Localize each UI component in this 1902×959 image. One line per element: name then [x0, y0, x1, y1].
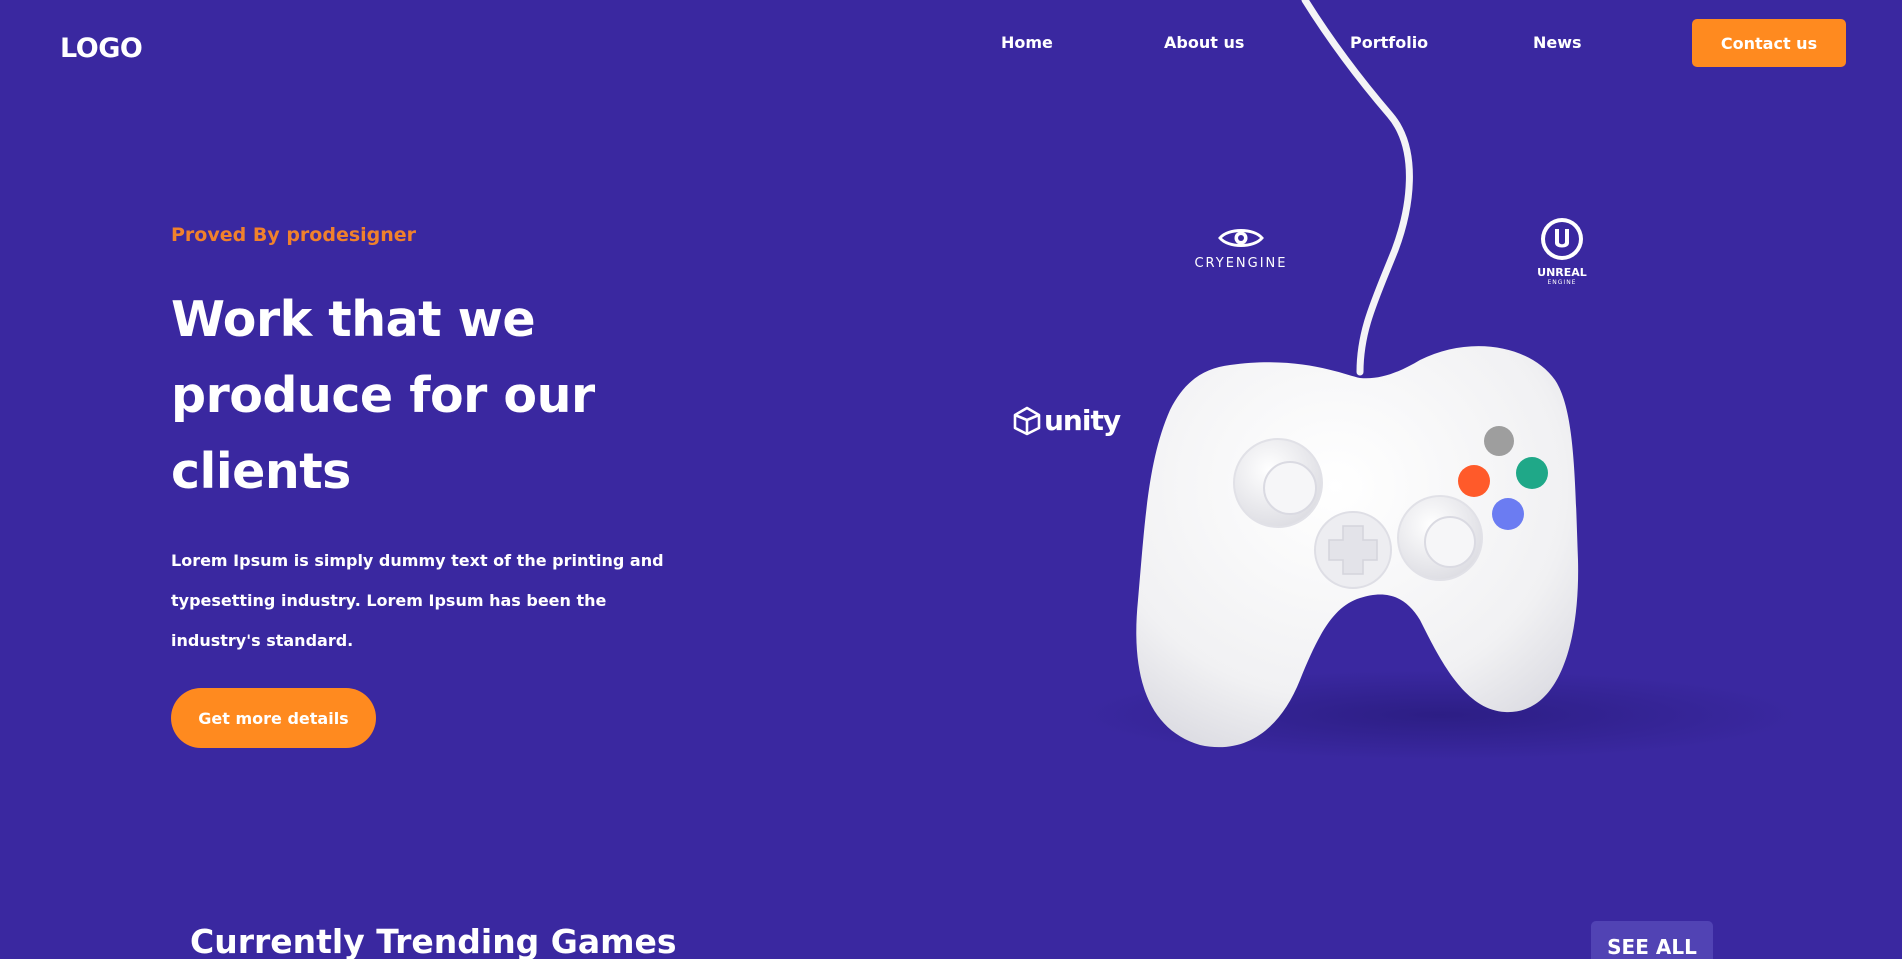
headline-line-1: Work that we: [171, 291, 536, 348]
unity-logo-icon: [1013, 406, 1041, 435]
hero-description: Lorem Ipsum is simply dummy text of the …: [171, 551, 664, 650]
unity-logo: unity: [1012, 404, 1121, 437]
unreal-label: UNREAL: [1537, 266, 1587, 279]
hero-eyebrow: Proved By prodesigner: [171, 224, 417, 246]
unreal-logo-icon: [1541, 218, 1583, 260]
face-button-orange: [1458, 465, 1490, 497]
controller-cable: [1301, 0, 1413, 376]
cryengine-label: CRYENGINE: [1194, 256, 1288, 271]
unreal-sublabel: ENGINE: [1547, 279, 1577, 286]
cryengine-logo: CRYENGINE: [1186, 226, 1296, 271]
unreal-engine-logo: UNREAL ENGINE: [1527, 216, 1597, 286]
see-all-button[interactable]: SEE ALL: [1591, 921, 1713, 959]
game-controller-image: [1080, 0, 1800, 760]
trending-games-title: Currently Trending Games: [190, 922, 677, 959]
face-button-blue: [1492, 498, 1524, 530]
headline-line-2: produce for our: [171, 367, 595, 424]
face-button-gray: [1484, 426, 1514, 456]
face-button-green: [1516, 457, 1548, 489]
get-more-details-button[interactable]: Get more details: [171, 688, 376, 748]
cryengine-logo-icon: [1218, 229, 1264, 247]
site-logo[interactable]: LOGO: [60, 33, 143, 64]
headline-line-3: clients: [171, 443, 351, 500]
unity-label: unity: [1044, 404, 1121, 437]
hero-headline: Work that we produce for our clients: [171, 282, 691, 510]
